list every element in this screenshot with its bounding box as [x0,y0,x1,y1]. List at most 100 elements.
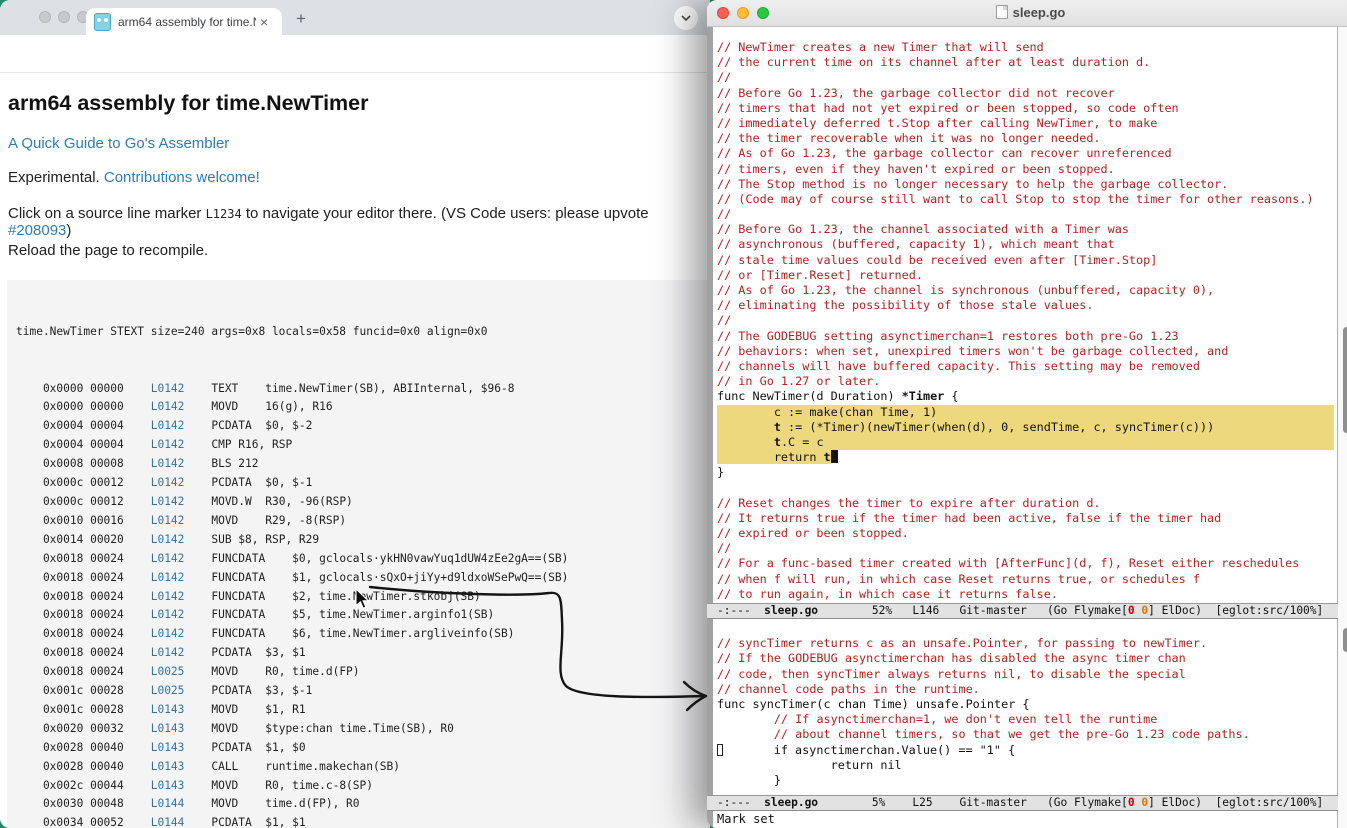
code-line: // about channel timers, so that we get … [717,727,1334,742]
asm-source-line-link[interactable]: L0142 [151,552,185,565]
text-cursor-block [831,450,838,463]
asm-source-line-link[interactable]: L0144 [151,816,185,828]
code-line: t := (*Timer)(newTimer(when(d), 0, sendT… [717,420,1334,435]
top-code-window[interactable]: // NewTimer creates a new Timer that wil… [717,40,1334,603]
asm-row: 0x0034 00052 L0144 PCDATA $1, $1 [16,814,710,828]
asm-row: 0x0018 00024 L0142 FUNCDATA $0, gclocals… [16,550,710,569]
asm-row: 0x0000 00000 L0142 MOVD 16(g), R16 [16,398,710,417]
asm-source-line-link[interactable]: L0142 [151,571,185,584]
issue-link[interactable]: #208093 [8,222,66,239]
instruction-text-post: ) [66,222,71,239]
code-line: // timers that had not yet expired or be… [717,101,1334,116]
code-line: // The GODEBUG setting asynctimerchan=1 … [717,329,1334,344]
asm-row: 0x0018 00024 L0142 PCDATA $3, $1 [16,644,710,663]
asm-row: 0x0028 00040 L0143 PCDATA $1, $0 [16,739,710,758]
code-line: // code, then syncTimer always returns n… [717,667,1334,682]
asm-source-line-link[interactable]: L0142 [151,495,185,508]
bottom-window-scrollbar-thumb[interactable] [1343,628,1347,652]
asm-row: 0x000c 00012 L0142 MOVD.W R30, -96(RSP) [16,493,710,512]
code-line: // when f will run, in which case Reset … [717,572,1334,587]
code-line: // The Stop method is no longer necessar… [717,177,1334,192]
code-line: // syncTimer returns c as an unsafe.Poin… [717,636,1334,651]
asm-source-line-link[interactable]: L0143 [151,741,185,754]
code-line: // the current time on its channel after… [717,55,1334,70]
reload-hint-text: Reload the page to recompile. [8,242,208,259]
asm-source-line-link[interactable]: L0142 [151,419,185,432]
tab-close-icon[interactable]: × [260,14,268,30]
asm-source-line-link[interactable]: L0142 [151,608,185,621]
page-title: arm64 assembly for time.NewTimer [8,91,369,116]
code-line: // to run again, in which case it return… [717,587,1334,602]
code-line: // behaviors: when set, unexpired timers… [717,344,1334,359]
asm-row: 0x0018 00024 L0142 FUNCDATA $1, gclocals… [16,569,710,588]
asm-row: 0x001c 00028 L0143 MOVD $1, R1 [16,701,710,720]
top-window-scrollbar-thumb[interactable] [1343,327,1347,433]
code-line: // immediately deferred t.Stop after cal… [717,116,1334,131]
asm-source-line-link[interactable]: L0025 [151,684,185,697]
asm-source-line-link[interactable]: L0142 [151,533,185,546]
asm-source-line-link[interactable]: L0143 [151,779,185,792]
bottom-code-window[interactable]: // syncTimer returns c as an unsafe.Poin… [717,621,1334,795]
browser-window: arm64 assembly for time.New × + ← → ⌂ i … [0,0,710,828]
code-line: // timers, even if they haven't expired … [717,162,1334,177]
asm-source-line-link[interactable]: L0142 [151,382,185,395]
asm-source-line-link[interactable]: L0025 [151,665,185,678]
code-line: // asynchronous (buffered, capacity 1), … [717,237,1334,252]
line-marker-code: L1234 [206,207,242,221]
code-line [717,621,1334,636]
browser-close-button[interactable] [39,11,51,23]
browser-minimize-button[interactable] [58,11,70,23]
asm-source-line-link[interactable]: L0142 [151,438,185,451]
code-line: t.C = c [717,435,1334,450]
new-tab-button[interactable]: + [296,9,306,29]
asm-source-line-link[interactable]: L0142 [151,627,185,640]
asm-source-line-link[interactable]: L0143 [151,703,185,716]
asm-row: 0x0030 00048 L0144 MOVD time.d(FP), R0 [16,795,710,814]
asm-row: 0x0004 00004 L0142 CMP R16, RSP [16,436,710,455]
contributions-link[interactable]: Contributions welcome! [104,169,260,186]
code-line: // stale time values could be received e… [717,253,1334,268]
asm-row: 0x0008 00008 L0142 BLS 212 [16,455,710,474]
asm-source-line-link[interactable]: L0142 [151,590,185,603]
instruction-text-pre: Click on a source line marker [8,205,206,222]
asm-source-line-link[interactable]: L0144 [151,797,185,810]
asm-source-line-link[interactable]: L0142 [151,400,185,413]
asm-source-line-link[interactable]: L0142 [151,646,185,659]
emacs-titlebar[interactable]: sleep.go [707,0,1347,27]
modeline-top: -:--- sleep.go 52% L146 Git-master (Go F… [707,603,1338,619]
asm-row: 0x0020 00032 L0143 MOVD $type:chan time.… [16,720,710,739]
modeline-buffer-name: sleep.go [764,796,818,809]
asm-row: 0x0004 00004 L0142 PCDATA $0, $-2 [16,417,710,436]
asm-row: 0x0028 00040 L0143 CALL runtime.makechan… [16,758,710,777]
assembler-guide-link[interactable]: A Quick Guide to Go's Assembler [8,135,229,152]
asm-source-line-link[interactable]: L0142 [151,476,185,489]
asm-source-line-link[interactable]: L0143 [151,722,185,735]
asm-source-line-link[interactable]: L0143 [151,760,185,773]
code-line: // If asynctimerchan=1, we don't even te… [717,712,1334,727]
flymake-error-count: 0 [1128,796,1135,809]
code-line: func syncTimer(c chan Time) unsafe.Point… [717,697,1334,712]
code-line: // [717,207,1334,222]
asm-row: 0x0018 00024 L0142 FUNCDATA $5, time.New… [16,606,710,625]
asm-row: 0x0000 00000 L0142 TEXT time.NewTimer(SB… [16,380,710,399]
code-line: // Reset changes the timer to expire aft… [717,496,1334,511]
flymake-error-count: 0 [1128,604,1135,617]
tab-search-chevron-icon[interactable] [674,6,698,30]
experimental-text: Experimental. [8,169,104,186]
gopher-favicon [94,13,111,31]
asm-row: 0x0014 00020 L0142 SUB $8, RSP, R29 [16,531,710,550]
emacs-window-title: sleep.go [707,5,1347,20]
tab-strip: arm64 assembly for time.New × + [0,0,710,35]
code-line: c := make(chan Time, 1) [717,405,1334,420]
code-line [717,480,1334,495]
asm-row: 0x000c 00012 L0142 PCDATA $0, $-1 [16,474,710,493]
asm-row: 0x0018 00024 L0142 FUNCDATA $6, time.New… [16,625,710,644]
browser-tab[interactable]: arm64 assembly for time.New × [86,8,282,35]
asm-source-line-link[interactable]: L0142 [151,514,185,527]
code-line: } [717,773,1334,788]
text-cursor-hollow [717,744,723,756]
code-line: return t [717,450,1334,465]
assembly-header: time.NewTimer STEXT size=240 args=0x8 lo… [16,323,710,342]
code-line: // in Go 1.27 or later. [717,374,1334,389]
asm-source-line-link[interactable]: L0142 [151,457,185,470]
